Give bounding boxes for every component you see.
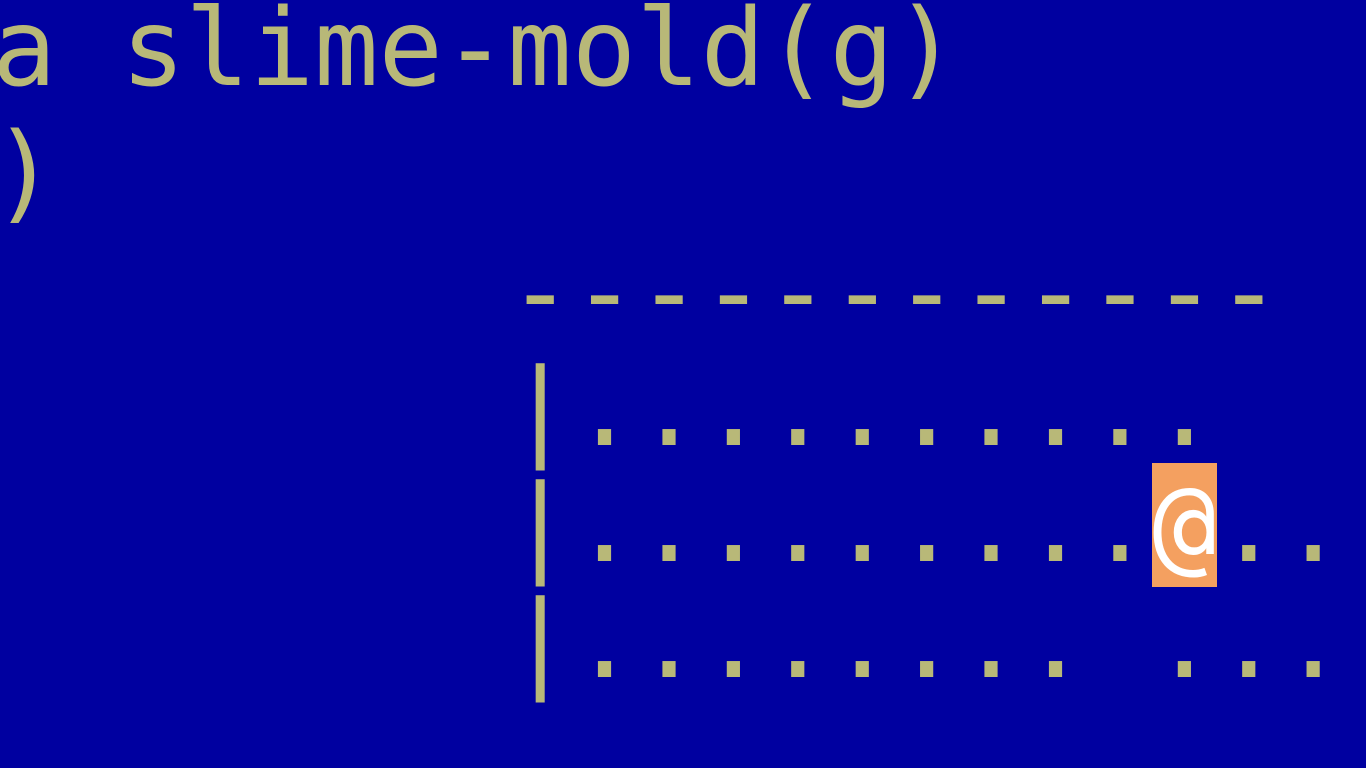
player-cursor: @ [1152, 463, 1217, 587]
message-line-2: ) [0, 120, 56, 227]
message-line-1: a slime-mold(g) [0, 0, 959, 111]
map-row-2: |.........@.. [508, 463, 1345, 587]
terminal-screen: a slime-mold(g) ) ------------ |........… [0, 0, 1366, 768]
map-row-2-right: .. [1216, 463, 1346, 587]
map-row-1: |.......... [508, 347, 1217, 471]
map-wall-top: ------------ [508, 231, 1282, 355]
map-row-3: |........ ... [508, 579, 1346, 703]
map-row-2-left: |......... [508, 463, 1153, 587]
